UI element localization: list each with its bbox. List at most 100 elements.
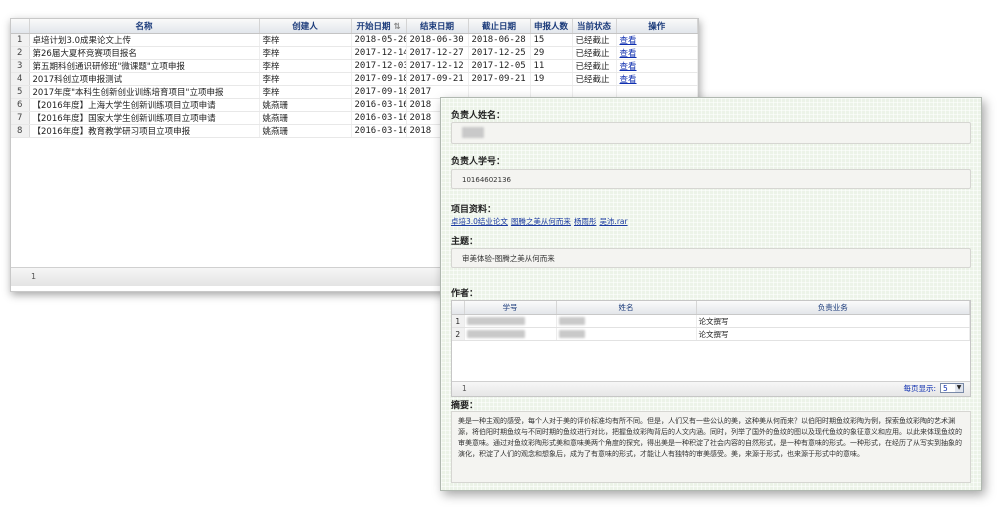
row-number: 6 <box>11 98 30 112</box>
creator-cell: 李梓 <box>259 85 352 99</box>
start-date-cell: 2017-09-18 <box>351 72 407 86</box>
table-row[interactable]: 1 卓培计划3.0成果论文上传 李梓 2018-05-20 2018-06-30 2018… <box>11 33 698 47</box>
column-header-start-date[interactable]: 开始日期 ⇅ <box>351 19 407 34</box>
status-cell: 已经截止 <box>572 72 617 86</box>
applicant-count-cell: 29 <box>530 46 573 60</box>
creator-cell: 姚燕珊 <box>259 111 352 125</box>
row-number: 5 <box>11 85 30 99</box>
file-link[interactable]: 吴沛.rar <box>599 217 627 226</box>
applicant-count-cell: 15 <box>530 33 573 47</box>
column-header-start-date-label: 开始日期 <box>356 22 391 32</box>
page-size-select[interactable]: 5 ▼ <box>940 383 964 393</box>
column-header-student-id[interactable]: 学号 <box>464 301 557 315</box>
page-size-value: 5 <box>943 384 948 393</box>
column-header-creator[interactable]: 创建人 <box>259 19 352 34</box>
creator-cell: 姚燕珊 <box>259 98 352 112</box>
authors-label: 作者： <box>451 289 479 299</box>
view-link[interactable]: 查看 <box>620 49 637 59</box>
row-number: 1 <box>452 314 465 328</box>
abstract-label: 摘要： <box>451 401 479 411</box>
file-link[interactable]: 卓培3.0结业论文 <box>451 217 508 226</box>
start-date-cell: 2017-12-14 <box>351 46 407 60</box>
row-number: 2 <box>11 46 30 60</box>
name-cell: 【2016年度】教育教学研习项目立项申报 <box>29 124 260 138</box>
project-detail-panel: 负责人姓名： 负责人学号： 10164602136 项目资料： 卓培3.0结业论… <box>440 97 982 491</box>
end-date-cell: 2017-12-12 <box>406 59 469 73</box>
action-cell: 查看 <box>616 33 698 47</box>
start-date-cell: 2016-03-16 <box>351 98 407 112</box>
view-link[interactable]: 查看 <box>620 75 637 85</box>
start-date-cell: 2016-03-16 <box>351 111 407 125</box>
view-link[interactable]: 查看 <box>620 36 637 46</box>
column-header-deadline[interactable]: 截止日期 <box>468 19 531 34</box>
deadline-cell: 2017-12-05 <box>468 59 531 73</box>
student-id-cell <box>464 314 557 328</box>
column-header-end-date[interactable]: 结束日期 <box>406 19 469 34</box>
authors-grid: 学号 姓名 负责业务 1 论文撰写 2 论文撰写 1 每页显示: 5 ▼ <box>451 300 971 397</box>
redacted-name <box>462 127 484 138</box>
creator-cell: 姚燕珊 <box>259 124 352 138</box>
creator-cell: 李梓 <box>259 72 352 86</box>
redacted-name <box>558 317 585 325</box>
status-cell: 已经截止 <box>572 59 617 73</box>
action-cell: 查看 <box>616 72 698 86</box>
name-cell: 第26届大夏杯竞赛项目报名 <box>29 46 260 60</box>
end-date-cell: 2017-12-27 <box>406 46 469 60</box>
name-cell: 2017科创立项申报测试 <box>29 72 260 86</box>
table-header-row: 名称 创建人 开始日期 ⇅ 结束日期 截止日期 申报人数 当前状态 操作 <box>11 19 698 34</box>
view-link[interactable]: 查看 <box>620 62 637 72</box>
duty-cell: 论文撰写 <box>696 327 970 341</box>
name-cell: 第五期科创通识研修班"微课题"立项申报 <box>29 59 260 73</box>
table-row[interactable]: 2 论文撰写 <box>452 327 970 341</box>
action-cell: 查看 <box>616 59 698 73</box>
applicant-count-cell: 19 <box>530 72 573 86</box>
name-cell: 【2016年度】上海大学生创新训练项目立项申请 <box>29 98 260 112</box>
materials-file-links: 卓培3.0结业论文 图腾之美从何而来 杨雨彤 吴沛.rar <box>451 216 631 227</box>
redacted-id <box>466 317 525 325</box>
table-row[interactable]: 4 2017科创立项申报测试 李梓 2017-09-18 2017-09-21 2017-… <box>11 72 698 86</box>
grid-page-number[interactable]: 1 <box>31 272 36 281</box>
row-number-header <box>452 301 465 315</box>
start-date-cell: 2018-05-20 <box>351 33 407 47</box>
column-header-name[interactable]: 姓名 <box>556 301 697 315</box>
row-number: 4 <box>11 72 30 86</box>
leader-name-field <box>451 122 971 144</box>
table-row[interactable]: 3 第五期科创通识研修班"微课题"立项申报 李梓 2017-12-03 2017-12-… <box>11 59 698 73</box>
row-number: 3 <box>11 59 30 73</box>
column-header-duty[interactable]: 负责业务 <box>696 301 970 315</box>
table-row[interactable]: 1 论文撰写 <box>452 314 970 328</box>
redacted-name <box>558 330 585 338</box>
column-header-status[interactable]: 当前状态 <box>572 19 617 34</box>
leader-name-label: 负责人姓名： <box>451 111 506 121</box>
authors-pager: 1 每页显示: 5 ▼ <box>452 381 970 396</box>
creator-cell: 李梓 <box>259 46 352 60</box>
chevron-down-icon[interactable]: ▼ <box>955 384 963 392</box>
status-cell: 已经截止 <box>572 33 617 47</box>
column-header-applicant-count[interactable]: 申报人数 <box>530 19 573 34</box>
action-cell: 查看 <box>616 46 698 60</box>
end-date-cell: 2018-06-30 <box>406 33 469 47</box>
topic-label: 主题： <box>451 237 479 247</box>
name-cell: 卓培计划3.0成果论文上传 <box>29 33 260 47</box>
pager-page-number[interactable]: 1 <box>462 382 467 396</box>
topic-field: 审美体验-图腾之美从何而来 <box>451 248 971 268</box>
table-row[interactable]: 2 第26届大夏杯竞赛项目报名 李梓 2017-12-14 2017-12-27 2017… <box>11 46 698 60</box>
name-cell: 2017年度"本科生创新创业训练培育项目"立项申报 <box>29 85 260 99</box>
start-date-cell: 2017-12-03 <box>351 59 407 73</box>
column-header-name[interactable]: 名称 <box>29 19 260 34</box>
redacted-id <box>466 330 525 338</box>
file-link[interactable]: 杨雨彤 <box>574 217 597 226</box>
row-number: 2 <box>452 327 465 341</box>
creator-cell: 李梓 <box>259 33 352 47</box>
deadline-cell: 2017-12-25 <box>468 46 531 60</box>
file-link[interactable]: 图腾之美从何而来 <box>511 217 571 226</box>
sort-icon[interactable]: ⇅ <box>393 22 400 32</box>
name-cell: 【2016年度】国家大学生创新训练项目立项申请 <box>29 111 260 125</box>
name-cell <box>556 327 697 341</box>
name-cell <box>556 314 697 328</box>
applicant-count-cell: 11 <box>530 59 573 73</box>
leader-id-field: 10164602136 <box>451 169 971 189</box>
row-number-header <box>11 19 30 34</box>
authors-header-row: 学号 姓名 负责业务 <box>452 301 970 315</box>
deadline-cell: 2017-09-21 <box>468 72 531 86</box>
